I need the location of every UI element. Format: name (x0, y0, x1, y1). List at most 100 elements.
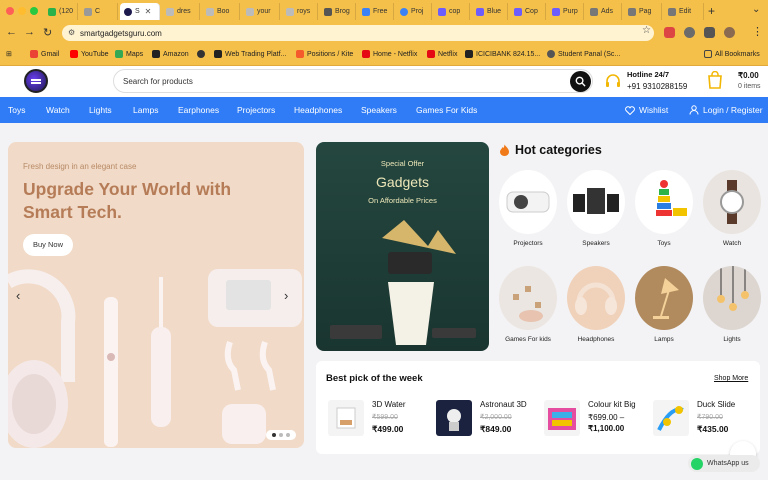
forward-icon[interactable]: → (24, 26, 35, 38)
cart-count[interactable]: 0 items (738, 83, 761, 90)
tab-favicon-icon (246, 7, 254, 16)
product-card[interactable]: Astronaut 3D ₹2,000.00 ₹849.00 (436, 398, 541, 440)
extensions-puzzle-icon[interactable] (704, 27, 715, 38)
whatsapp-button[interactable]: WhatsApp us (688, 455, 760, 472)
login-register-link[interactable]: Login / Register (689, 105, 763, 115)
whatsapp-icon (691, 457, 703, 470)
browser-tab[interactable]: Ads (586, 3, 622, 20)
site-logo[interactable] (24, 69, 48, 93)
browser-tab[interactable]: roys (282, 3, 318, 20)
tab-search-chevron-icon[interactable]: ⌄ (752, 4, 760, 15)
nav-item-watch[interactable]: Watch (46, 105, 70, 115)
browser-tab[interactable]: cop (434, 3, 470, 20)
browser-tab[interactable]: Purp (548, 3, 584, 20)
slider-next-icon[interactable]: › (284, 288, 288, 303)
browser-tab[interactable]: Free (358, 3, 394, 20)
bookmark-amazon[interactable]: Amazon (152, 50, 189, 58)
slider-dot[interactable] (272, 433, 276, 437)
category-projectors[interactable]: Projectors (499, 170, 557, 247)
category-games-for-kids[interactable]: Games For kids (499, 266, 557, 343)
bookmark-unnamed[interactable] (197, 50, 205, 58)
profile-avatar-icon[interactable] (724, 27, 735, 38)
student-icon (547, 50, 555, 58)
close-window-icon[interactable] (6, 7, 14, 15)
nav-item-games-for-kids[interactable]: Games For Kids (416, 105, 477, 115)
apps-grid-icon[interactable]: ⊞ (6, 50, 12, 58)
browser-tab-active[interactable]: S ✕ (120, 3, 160, 20)
amazon-icon (152, 50, 160, 58)
tab-favicon-icon (48, 7, 56, 16)
browser-tab[interactable]: your (242, 3, 280, 20)
browser-tab[interactable]: Boo (202, 3, 240, 20)
search-button[interactable] (570, 71, 591, 92)
url-field[interactable]: ⚙ smartgadgetsguru.com (62, 25, 654, 41)
shopping-bag-icon[interactable] (707, 71, 723, 89)
category-toys[interactable]: Toys (635, 170, 693, 247)
category-lamps[interactable]: Lamps (635, 266, 693, 343)
browser-tab[interactable]: C (80, 3, 118, 20)
bookmark-netflix[interactable]: Netflix (427, 50, 457, 58)
nav-item-earphones[interactable]: Earphones (178, 105, 219, 115)
new-tab-icon[interactable]: + (708, 4, 715, 18)
buy-now-button[interactable]: Buy Now (23, 234, 73, 256)
reload-icon[interactable]: ↻ (43, 26, 52, 39)
site-info-icon[interactable]: ⚙ (68, 28, 75, 37)
shop-more-link[interactable]: Shop More (714, 375, 748, 382)
minimize-window-icon[interactable] (18, 7, 26, 15)
bookmark-kite[interactable]: Positions / Kite (296, 50, 353, 58)
hot-categories-title: Hot categories (499, 143, 602, 157)
hero-slider: Fresh design in an elegant case Upgrade … (8, 142, 304, 448)
product-image (544, 400, 580, 436)
nav-item-lights[interactable]: Lights (89, 105, 112, 115)
trading-icon (214, 50, 222, 58)
bookmark-gmail[interactable]: Gmail (30, 50, 59, 58)
close-tab-icon[interactable]: ✕ (145, 7, 152, 16)
browser-tab[interactable]: Proj (396, 3, 432, 20)
lights-image (717, 266, 749, 311)
search-input[interactable]: Search for products (113, 69, 593, 93)
slider-prev-icon[interactable]: ‹ (16, 288, 20, 303)
product-card[interactable]: Duck Slide ₹790.00 ₹435.00 (653, 398, 758, 440)
back-icon[interactable]: ← (6, 26, 17, 38)
bookmark-maps[interactable]: Maps (115, 50, 143, 58)
bookmark-youtube[interactable]: YouTube (70, 50, 109, 58)
browser-tab[interactable]: Brog (320, 3, 356, 20)
netflix-icon (427, 50, 435, 58)
product-image (653, 400, 689, 436)
browser-menu-icon[interactable]: ⋮ (752, 25, 763, 38)
bookmark-student-panal[interactable]: Student Panal (Sc... (547, 50, 620, 58)
bookmark-web-trading[interactable]: Web Trading Platf... (214, 50, 286, 58)
category-lights[interactable]: Lights (703, 266, 761, 343)
nav-item-headphones[interactable]: Headphones (294, 105, 342, 115)
all-bookmarks[interactable]: All Bookmarks (704, 50, 760, 58)
category-watch[interactable]: Watch (703, 170, 761, 247)
bookmark-star-icon[interactable]: ☆ (642, 25, 651, 36)
tab-favicon-icon (206, 7, 214, 16)
nav-item-lamps[interactable]: Lamps (133, 105, 159, 115)
category-headphones[interactable]: Headphones (567, 266, 625, 343)
bookmark-icicibank[interactable]: ICICIBANK 824.15... (465, 50, 540, 58)
browser-tab[interactable]: (120 (44, 3, 78, 20)
nav-item-speakers[interactable]: Speakers (361, 105, 397, 115)
user-icon (689, 105, 699, 115)
slider-dot[interactable] (279, 433, 283, 437)
product-card[interactable]: Colour kit Big ₹699.00 – ₹1,100.00 (544, 398, 649, 440)
cart-total[interactable]: ₹0.00 (738, 71, 759, 80)
gadget-bin-image (330, 220, 476, 345)
browser-tab[interactable]: dres (162, 3, 200, 20)
extension-icon[interactable] (664, 27, 675, 38)
browser-tab[interactable]: Pag (624, 3, 662, 20)
nav-item-projectors[interactable]: Projectors (237, 105, 275, 115)
product-card[interactable]: 3D Water ₹599.00 ₹499.00 (328, 398, 433, 440)
nav-item-toys[interactable]: Toys (8, 105, 25, 115)
extension-icon[interactable] (684, 27, 695, 38)
browser-tab[interactable]: Cop (510, 3, 546, 20)
special-offer-banner[interactable]: Special Offer Gadgets On Affordable Pric… (316, 142, 489, 351)
browser-tab[interactable]: Blue (472, 3, 508, 20)
category-speakers[interactable]: Speakers (567, 170, 625, 247)
browser-tab[interactable]: Edit (664, 3, 704, 20)
bookmark-home-netflix[interactable]: Home - Netflix (362, 50, 417, 58)
slider-dot[interactable] (286, 433, 290, 437)
zoom-window-icon[interactable] (30, 7, 38, 15)
wishlist-link[interactable]: Wishlist (625, 105, 668, 115)
